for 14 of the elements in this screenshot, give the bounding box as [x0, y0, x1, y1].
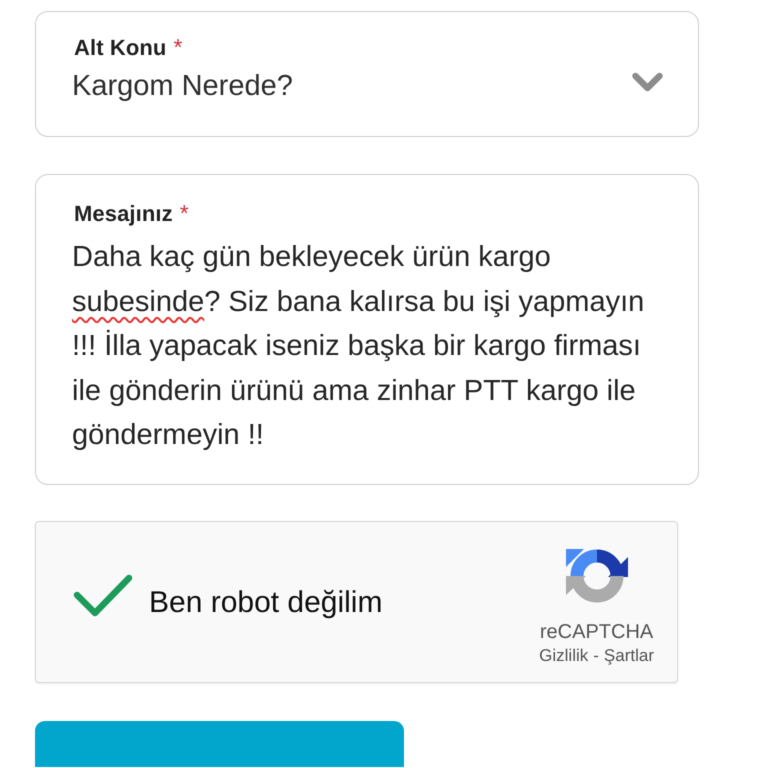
field-label: Alt Konu	[74, 36, 166, 60]
chevron-down-icon	[632, 72, 663, 92]
message-text: Daha kaç gün bekleyecek ürün kargo subesinde? Siz bana kalırsa bu işi yapmayın !!! İlla yapacak iseniz başka bir kargo firması ile gönderin ürünü ama zinhar PTT kargo ile göndermeyin !!	[72, 240, 646, 453]
required-mark: *	[180, 201, 189, 225]
privacy-link[interactable]: Gizlilik	[539, 646, 588, 666]
select-field[interactable]: Alt Konu * Kargom Nerede?	[35, 11, 699, 137]
required-mark: *	[173, 35, 182, 59]
terms-link[interactable]: Şartlar	[604, 646, 654, 666]
link-separator: -	[593, 646, 599, 666]
message-field[interactable]: Mesajınız * Daha kaç gün bekleyecek ürün kargo subesinde? Siz bana kalırsa bu işi yapmayın !!! İlla yapacak iseniz başka bir kargo firması ile gönderin ürünü ama zinhar PTT kargo ile göndermeyin !!	[35, 174, 699, 484]
captcha-label: Ben robot değilim	[149, 586, 382, 620]
field-label: Mesajınız	[74, 202, 173, 226]
captcha-brand: reCAPTCHA	[540, 620, 654, 644]
select-value: Kargom Nerede?	[72, 69, 293, 104]
